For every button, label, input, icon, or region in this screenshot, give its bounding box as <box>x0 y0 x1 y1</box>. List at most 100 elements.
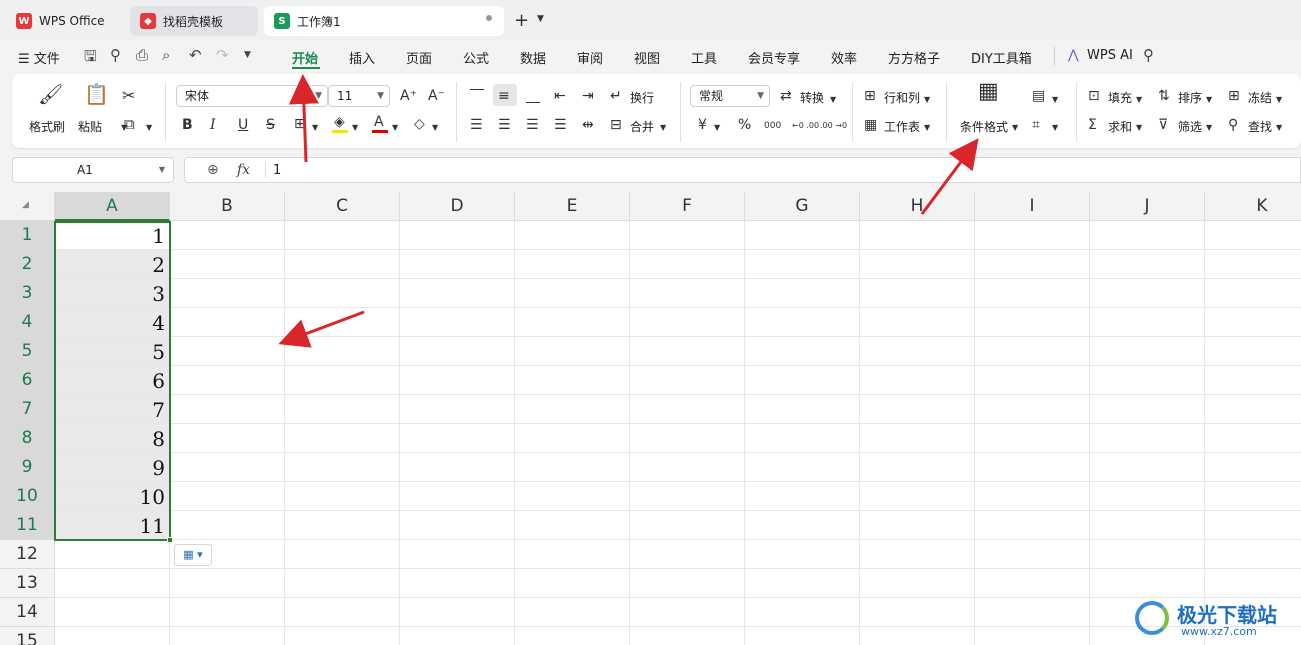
menu-item-page[interactable]: 页面 <box>406 48 432 67</box>
chevron-down-icon[interactable]: ▼ <box>830 92 836 108</box>
rows-cols-icon[interactable]: ⊞ <box>864 88 876 104</box>
row-header-7[interactable]: 7 <box>0 395 55 424</box>
tab-workbook[interactable]: S 工作簿1 <box>264 6 504 36</box>
font-color-icon[interactable]: A <box>374 114 384 130</box>
clear-format-icon[interactable]: ◇ <box>414 116 425 132</box>
find-icon[interactable]: ⚲ <box>1228 117 1238 133</box>
fill-handle[interactable] <box>167 537 173 543</box>
chevron-down-icon[interactable]: ▼ <box>1276 120 1282 136</box>
paste-icon[interactable]: 📋 <box>84 84 109 104</box>
chevron-down-icon[interactable]: ▼ <box>660 120 666 136</box>
paste-button[interactable]: 粘贴 <box>78 118 102 135</box>
new-tab-plus-icon[interactable]: + <box>514 10 529 31</box>
percent-button[interactable]: % <box>738 117 751 133</box>
fill-icon[interactable]: ⊡ <box>1088 88 1100 104</box>
formula-bar[interactable]: ⊕ fx 1 <box>184 157 1301 183</box>
wrap-button[interactable]: 换行 <box>630 89 654 106</box>
column-header-i[interactable]: I <box>975 192 1090 221</box>
align-bottom-icon[interactable]: ⎽ <box>526 88 540 104</box>
menu-item-review[interactable]: 审阅 <box>577 48 603 67</box>
menu-item-data[interactable]: 数据 <box>520 48 546 67</box>
row-header-14[interactable]: 14 <box>0 598 55 627</box>
bold-button[interactable]: B <box>182 117 193 133</box>
column-header-b[interactable]: B <box>170 192 285 221</box>
row-header-9[interactable]: 9 <box>0 453 55 482</box>
row-header-3[interactable]: 3 <box>0 279 55 308</box>
wps-ai-button[interactable]: WPS AI <box>1087 48 1133 63</box>
chevron-down-icon[interactable]: ▼ <box>1136 120 1142 136</box>
tab-wps-office[interactable]: W WPS Office <box>6 6 124 36</box>
cell-a3[interactable]: 3 <box>56 279 169 307</box>
fill-button[interactable]: 填充 <box>1108 89 1132 106</box>
chevron-down-icon[interactable]: ▼ <box>146 120 152 136</box>
menu-item-home[interactable]: 开始 <box>292 48 318 67</box>
crop-icon[interactable]: ⌗ <box>1032 117 1040 133</box>
zoom-icon[interactable]: ⊕ <box>207 162 219 178</box>
increase-font-icon[interactable]: A⁺ <box>400 88 417 104</box>
undo-icon[interactable]: ↶ <box>189 46 202 64</box>
unsaved-dot-icon[interactable] <box>486 15 492 21</box>
align-center-icon[interactable]: ☰ <box>498 117 511 133</box>
format-painter-button[interactable]: 格式刷 <box>29 118 65 135</box>
cell-a5[interactable]: 5 <box>56 337 169 365</box>
menu-item-diy[interactable]: DIY工具箱 <box>971 48 1032 67</box>
cell-a11[interactable]: 11 <box>56 511 169 539</box>
filter-button[interactable]: 筛选 <box>1178 118 1202 135</box>
increase-decimal-button[interactable]: ←0 .00 <box>792 118 819 134</box>
sort-icon[interactable]: ⇅ <box>1158 88 1170 104</box>
cell-a9[interactable]: 9 <box>56 453 169 481</box>
decrease-indent-icon[interactable]: ⇤ <box>554 88 566 104</box>
column-header-a[interactable]: A <box>55 192 170 221</box>
wrap-icon[interactable]: ↵ <box>610 88 622 104</box>
decrease-font-icon[interactable]: A⁻ <box>428 88 445 104</box>
justify-icon[interactable]: ☰ <box>554 117 567 133</box>
menu-item-tools[interactable]: 工具 <box>691 48 717 67</box>
chevron-down-icon[interactable]: ▼ <box>312 120 318 136</box>
column-header-h[interactable]: H <box>860 192 975 221</box>
fill-color-icon[interactable]: ◈ <box>334 114 345 130</box>
decrease-decimal-button[interactable]: .00 →0 <box>820 118 847 134</box>
menu-item-ffgz[interactable]: 方方格子 <box>888 48 940 67</box>
column-header-f[interactable]: F <box>630 192 745 221</box>
chevron-down-icon[interactable]: ▼ <box>537 14 544 24</box>
menu-item-member[interactable]: 会员专享 <box>748 48 800 67</box>
italic-button[interactable]: I <box>210 117 216 133</box>
merge-icon[interactable]: ⊟ <box>610 117 622 133</box>
sum-icon[interactable]: Σ <box>1088 117 1097 133</box>
column-header-g[interactable]: G <box>745 192 860 221</box>
row-header-2[interactable]: 2 <box>0 250 55 279</box>
sum-button[interactable]: 求和 <box>1108 118 1132 135</box>
redo-icon[interactable]: ↷ <box>216 46 229 64</box>
align-top-icon[interactable]: ⎺ <box>470 88 484 104</box>
thousands-button[interactable]: 000 <box>764 118 781 134</box>
row-header-13[interactable]: 13 <box>0 569 55 598</box>
chevron-down-icon[interactable]: ▼ <box>1052 120 1058 136</box>
function-icon[interactable]: fx <box>237 162 250 178</box>
find-button[interactable]: 查找 <box>1248 118 1272 135</box>
chevron-down-icon[interactable]: ▼ <box>1012 120 1018 136</box>
column-header-c[interactable]: C <box>285 192 400 221</box>
merge-button[interactable]: 合并 <box>630 118 654 135</box>
convert-button[interactable]: 转换 <box>800 89 824 106</box>
increase-indent-icon[interactable]: ⇥ <box>582 88 594 104</box>
row-header-6[interactable]: 6 <box>0 366 55 395</box>
chevron-down-icon[interactable]: ▼ <box>924 92 930 108</box>
cell-a7[interactable]: 7 <box>56 395 169 423</box>
convert-icon[interactable]: ⇄ <box>780 88 792 104</box>
column-header-d[interactable]: D <box>400 192 515 221</box>
select-all-corner[interactable]: ◢ <box>0 192 55 221</box>
chevron-down-icon[interactable]: ▼ <box>1206 120 1212 136</box>
freeze-icon[interactable]: ⊞ <box>1228 88 1240 104</box>
row-header-5[interactable]: 5 <box>0 337 55 366</box>
strikethrough-button[interactable]: S <box>266 117 275 133</box>
chevron-down-icon[interactable]: ▼ <box>432 120 438 136</box>
menu-item-view[interactable]: 视图 <box>634 48 660 67</box>
name-box[interactable]: A1 ▼ <box>12 157 174 183</box>
column-header-k[interactable]: K <box>1205 192 1301 221</box>
chevron-down-icon[interactable]: ▼ <box>1206 92 1212 108</box>
chevron-down-icon[interactable]: ▼ <box>924 120 930 136</box>
tab-docer[interactable]: ◆ 找稻壳模板 <box>130 6 258 36</box>
worksheet-button[interactable]: 工作表 <box>884 118 920 135</box>
chevron-down-icon[interactable]: ▼ <box>714 120 720 136</box>
conditional-format-icon[interactable]: ▦ <box>978 81 999 103</box>
